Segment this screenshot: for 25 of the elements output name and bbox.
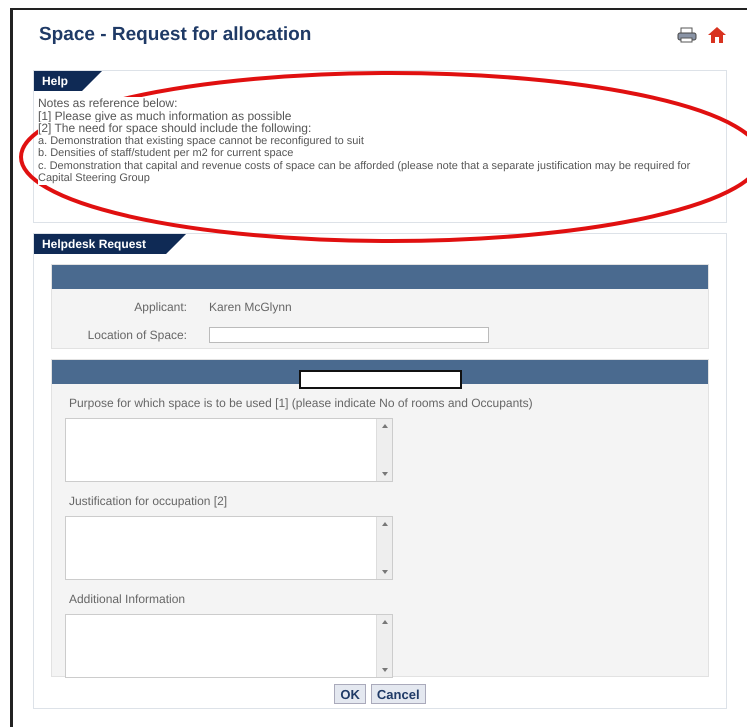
scrollbar[interactable] xyxy=(376,419,392,481)
scroll-down-icon[interactable] xyxy=(382,668,388,672)
scrollbar[interactable] xyxy=(376,615,392,677)
field-label: Justification for occupation [2] xyxy=(69,494,228,508)
printer-icon[interactable] xyxy=(677,27,697,43)
field-label: Purpose for which space is to be used [1] (please indicate No of rooms and Occupants) xyxy=(69,396,534,410)
field-label: Additional Information xyxy=(69,592,186,606)
cancel-button[interactable]: Cancel xyxy=(370,684,426,704)
applicant-label: Applicant: xyxy=(133,300,188,314)
help-note: [2] The need for space should include the following: xyxy=(38,122,312,134)
scroll-up-icon[interactable] xyxy=(382,620,388,624)
scroll-up-icon[interactable] xyxy=(382,424,388,428)
location-label: Location of Space: xyxy=(86,328,188,342)
help-note: b. Densities of staff/student per m2 for current space xyxy=(38,147,294,160)
home-icon[interactable] xyxy=(707,26,727,44)
scroll-down-icon[interactable] xyxy=(382,472,388,476)
help-note: a. Demonstration that existing space cannot be reconfigured to suit xyxy=(38,134,364,147)
location-input[interactable] xyxy=(209,327,489,343)
applicant-name: Karen McGlynn xyxy=(209,300,292,314)
help-note: Notes as reference below: xyxy=(38,97,178,110)
scrollbar[interactable] xyxy=(376,517,392,579)
scroll-up-icon[interactable] xyxy=(382,522,388,526)
scroll-down-icon[interactable] xyxy=(382,570,388,574)
page-title: Space - Request for allocation xyxy=(39,24,312,46)
ok-button[interactable]: OK xyxy=(334,684,366,704)
